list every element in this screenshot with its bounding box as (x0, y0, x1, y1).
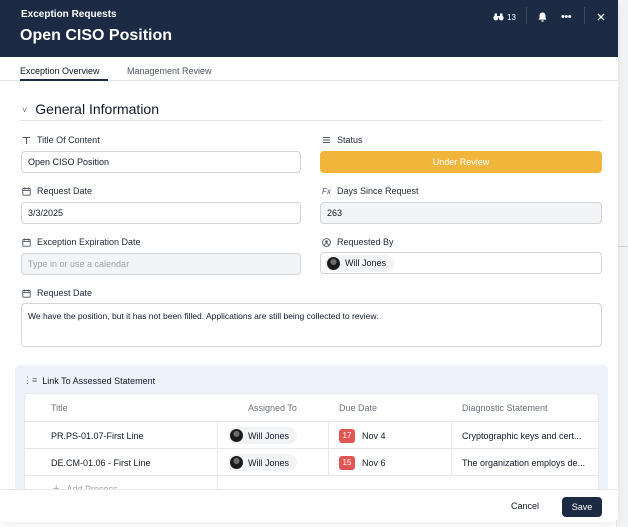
field-label-text: Status (337, 135, 363, 145)
field-value: 3/3/2025 (28, 208, 64, 218)
watchers-count: 13 (507, 12, 516, 22)
section-header[interactable]: ˅ General Information (22, 101, 159, 117)
status-value: Under Review (432, 157, 490, 167)
modal-header: Exception Requests Open CISO Position 13… (0, 0, 618, 57)
link-section-title-text: Link To Assessed Statement (42, 375, 156, 386)
cell-divider (451, 449, 452, 476)
field-label-text: Title Of Content (37, 135, 100, 145)
calendar-icon (21, 238, 32, 247)
cell-divider (328, 449, 329, 476)
modal-footer: Cancel Save (0, 489, 618, 522)
field-value: We have the position, but it has not bee… (28, 311, 379, 321)
field-placeholder: Type in or use a calendar (28, 259, 130, 269)
exception-request-modal: Exception Requests Open CISO Position 13… (0, 0, 618, 522)
field-label-text: Request Date (37, 288, 93, 298)
cell-divider (217, 449, 218, 476)
days-since-request-value: 263 (320, 202, 602, 224)
record-type-label: Exception Requests (21, 9, 117, 20)
exception-expiration-date-input[interactable]: Type in or use a calendar (21, 253, 301, 275)
formula-icon: Fx (322, 186, 331, 196)
text-icon (21, 136, 32, 145)
requested-by-label: Requested By (321, 237, 394, 247)
row-assigned-to: Will Jones (228, 422, 298, 449)
header-separator (584, 7, 585, 24)
due-days-badge: 15 (339, 455, 355, 470)
user-chip[interactable]: Will Jones (228, 427, 298, 444)
title-of-content-label: Title Of Content (21, 135, 100, 145)
table-row[interactable]: PR.PS-01.07-First Line Will Jones 17 Nov… (25, 421, 598, 449)
link-list-icon: ⋮≡ (23, 375, 38, 385)
tab-management-review[interactable]: Management Review (127, 66, 212, 76)
cell-divider (217, 422, 218, 449)
status-label: Status (321, 135, 363, 145)
calendar-icon (21, 289, 32, 298)
user-circle-icon (321, 237, 332, 247)
request-date-label: Request Date (21, 186, 92, 196)
due-date-text: Nov 4 (362, 430, 386, 441)
more-horizontal-icon: ••• (561, 11, 572, 23)
tab-bar: Exception Overview Management Review (0, 57, 618, 81)
active-tab-indicator (20, 79, 108, 81)
user-chip[interactable]: Will Jones (228, 454, 298, 471)
title-of-content-input[interactable]: Open CISO Position (21, 151, 301, 173)
row-title[interactable]: DE.CM-01.06 - First Line (51, 449, 151, 476)
cancel-button[interactable]: Cancel (511, 501, 539, 511)
cell-divider (328, 422, 329, 449)
section-title: General Information (35, 101, 159, 117)
save-button[interactable]: Save (562, 497, 602, 517)
list-icon (321, 136, 332, 144)
watchers-button[interactable]: 13 (493, 10, 516, 24)
tab-exception-overview[interactable]: Exception Overview (20, 66, 100, 76)
record-title: Open CISO Position (20, 27, 173, 44)
avatar (230, 456, 243, 469)
field-label-text: Request Date (37, 186, 93, 196)
chevron-down-icon: ˅ (22, 104, 28, 115)
user-name: Will Jones (248, 430, 290, 441)
user-name: Will Jones (345, 258, 387, 268)
row-assigned-to: Will Jones (228, 449, 298, 476)
field-label-text: Requested By (337, 237, 394, 247)
row-due-date: 17 Nov 4 (339, 422, 386, 449)
column-header-title: Title (51, 403, 68, 413)
exception-expiration-date-label: Exception Expiration Date (21, 237, 141, 247)
request-details-textarea[interactable]: We have the position, but it has not bee… (21, 303, 602, 347)
link-section-title: ⋮≡ Link To Assessed Statement (23, 375, 155, 386)
field-label-text: Exception Expiration Date (37, 237, 141, 247)
section-divider (20, 120, 602, 121)
request-details-label: Request Date (21, 288, 92, 298)
column-header-due-date: Due Date (339, 403, 378, 413)
close-button[interactable] (597, 10, 605, 24)
binoculars-icon (493, 13, 504, 21)
requested-by-field[interactable]: Will Jones (320, 252, 602, 274)
status-badge[interactable]: Under Review (320, 151, 602, 173)
bell-icon (538, 12, 547, 22)
row-diagnostic-statement: Cryptographic keys and cert... (462, 430, 582, 441)
assessed-statement-table: Title Assigned To Due Date Diagnostic St… (24, 393, 599, 503)
row-diagnostic-statement: The organization employs de... (462, 457, 586, 468)
field-label-text: Days Since Request (337, 186, 419, 196)
request-date-input[interactable]: 3/3/2025 (21, 202, 301, 224)
avatar (327, 256, 340, 270)
row-title[interactable]: PR.PS-01.07-First Line (51, 422, 144, 449)
days-since-request-label: Fx Days Since Request (321, 186, 419, 196)
column-header-assigned-to: Assigned To (248, 403, 297, 413)
field-value: Open CISO Position (28, 157, 110, 167)
due-days-badge: 17 (339, 428, 355, 443)
table-row[interactable]: DE.CM-01.06 - First Line Will Jones 15 N… (25, 448, 598, 476)
header-separator (526, 7, 527, 24)
user-chip[interactable]: Will Jones (325, 254, 395, 272)
calendar-icon (21, 187, 32, 196)
notifications-button[interactable] (538, 10, 547, 24)
cell-divider (451, 422, 452, 449)
user-name: Will Jones (248, 457, 290, 468)
due-date-text: Nov 6 (362, 457, 386, 468)
field-value: 263 (327, 208, 343, 218)
column-header-diagnostic-statement: Diagnostic Statement (462, 403, 548, 413)
row-due-date: 15 Nov 6 (339, 449, 386, 476)
avatar (230, 429, 243, 442)
close-icon (597, 13, 605, 21)
more-options-button[interactable]: ••• (561, 10, 572, 24)
